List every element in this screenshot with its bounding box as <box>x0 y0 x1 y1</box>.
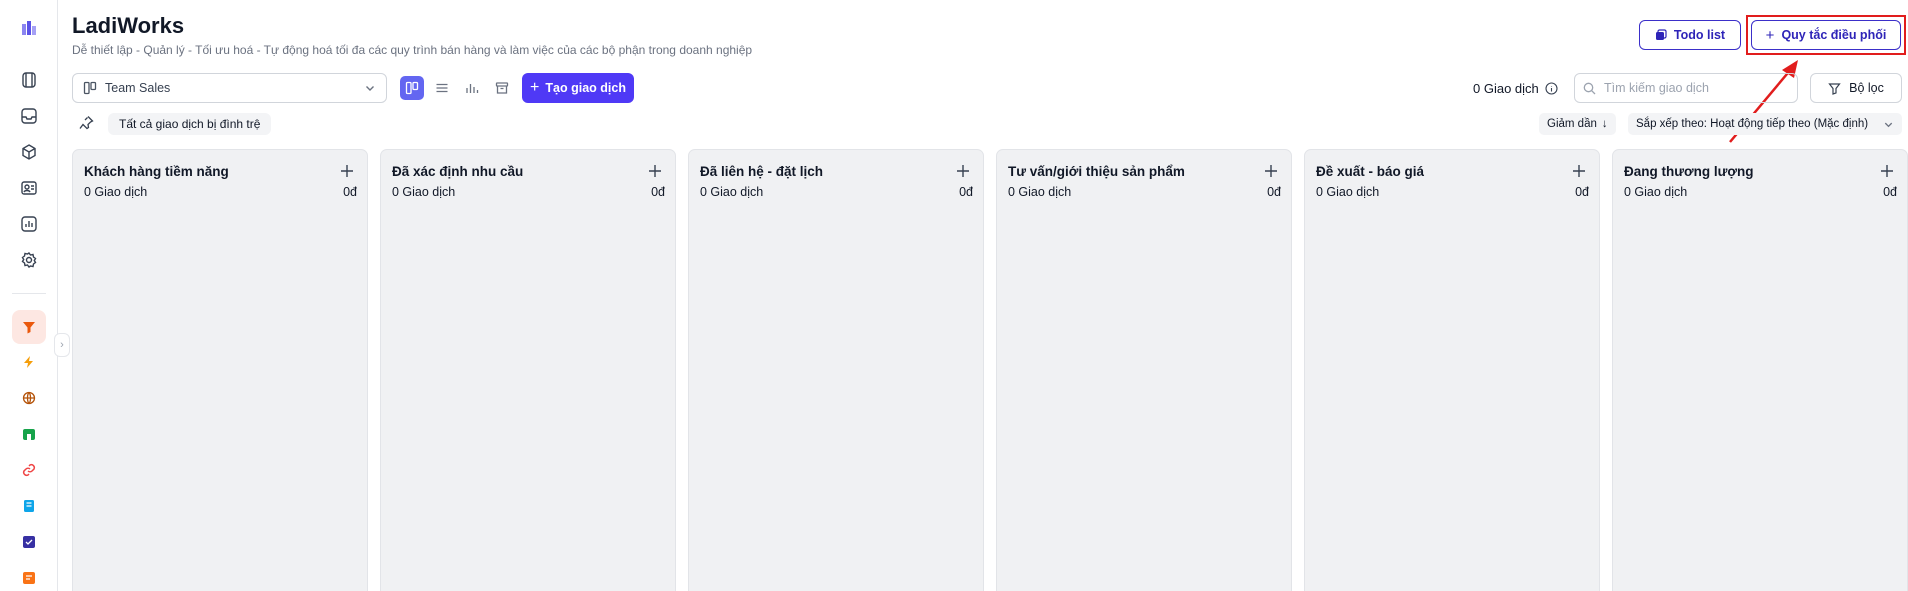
settings-icon[interactable] <box>17 248 41 272</box>
column-count: 0 Giao dịch <box>392 185 456 199</box>
kanban-column: Tư vấn/giới thiệu sản phẩm 0 Giao dịch 0… <box>996 149 1292 591</box>
lightning-icon[interactable] <box>17 350 41 374</box>
column-amount: 0đ <box>1267 185 1281 199</box>
kanban-column: Khách hàng tiềm năng 0 Giao dịch 0đ <box>72 149 368 591</box>
column-add-button[interactable] <box>646 162 664 180</box>
plus-icon <box>341 165 353 177</box>
page-subtitle: Dễ thiết lập - Quản lý - Tối ưu hoá - Tự… <box>72 43 753 57</box>
column-title: Tư vấn/giới thiệu sản phẩm <box>1008 164 1185 179</box>
store-icon[interactable] <box>17 422 41 446</box>
column-amount: 0đ <box>959 185 973 199</box>
sidebar-collapse-toggle[interactable]: › <box>54 333 70 357</box>
search-icon <box>1583 82 1596 94</box>
link-icon[interactable] <box>17 458 41 482</box>
column-title: Đang thương lượng <box>1624 164 1754 179</box>
kanban-view-toggle[interactable] <box>400 76 424 100</box>
team-select-value: Team Sales <box>105 81 171 95</box>
archive-view-toggle[interactable] <box>490 76 514 100</box>
app-root: › LadiWorks Dễ thiết lập - Quản lý - Tối… <box>0 0 1908 591</box>
kanban-column: Đang thương lượng 0 Giao dịch 0đ <box>1612 149 1908 591</box>
arrow-down-icon: ↓ <box>1601 118 1608 130</box>
form-icon[interactable] <box>17 530 41 554</box>
search-input[interactable] <box>1604 81 1784 95</box>
sidebar-divider <box>12 293 46 294</box>
filter-button[interactable]: Bộ lọc <box>1810 73 1902 103</box>
plus-icon <box>1265 165 1277 177</box>
chevron-down-icon <box>366 86 374 91</box>
bar-chart-icon <box>466 84 479 93</box>
column-amount: 0đ <box>1883 185 1897 199</box>
contacts-icon[interactable] <box>17 176 41 200</box>
stale-deals-chip[interactable]: Tất cả giao dịch bị đình trệ <box>108 113 272 135</box>
funnel-icon[interactable] <box>12 310 46 344</box>
chart-view-toggle[interactable] <box>460 76 484 100</box>
todo-icon <box>1655 29 1667 40</box>
box-icon[interactable] <box>17 140 41 164</box>
plus-icon <box>649 165 661 177</box>
plus-icon <box>957 165 969 177</box>
column-count: 0 Giao dịch <box>1008 185 1072 199</box>
report-icon[interactable] <box>17 212 41 236</box>
team-select[interactable]: Team Sales <box>72 73 387 103</box>
column-count: 0 Giao dịch <box>1624 185 1688 199</box>
todo-list-label: Todo list <box>1673 28 1726 42</box>
deal-count: 0 Giao dịch <box>1473 81 1558 96</box>
create-deal-button[interactable]: + Tạo giao dịch <box>522 73 634 103</box>
column-count: 0 Giao dịch <box>1316 185 1380 199</box>
plus-icon <box>1573 165 1585 177</box>
pin-icon[interactable] <box>79 115 94 130</box>
globe-icon[interactable] <box>17 386 41 410</box>
plus-icon <box>1881 165 1893 177</box>
page-title: LadiWorks <box>72 13 185 38</box>
info-icon[interactable] <box>1545 82 1558 95</box>
deal-count-value: 0 Giao dịch <box>1473 81 1539 96</box>
book-icon[interactable] <box>17 494 41 518</box>
column-amount: 0đ <box>651 185 665 199</box>
sort-direction-label: Giảm dần <box>1547 118 1597 130</box>
create-deal-label: Tạo giao dịch <box>545 81 626 95</box>
todo-list-button[interactable]: Todo list <box>1639 20 1741 50</box>
projects-icon[interactable] <box>17 68 41 92</box>
column-add-button[interactable] <box>954 162 972 180</box>
column-title: Khách hàng tiềm năng <box>84 164 229 179</box>
column-title: Đã liên hệ - đặt lịch <box>700 164 824 179</box>
column-add-button[interactable] <box>1570 162 1588 180</box>
kanban-column: Đã liên hệ - đặt lịch 0 Giao dịch 0đ <box>688 149 984 591</box>
column-amount: 0đ <box>1575 185 1589 199</box>
column-add-button[interactable] <box>338 162 356 180</box>
inbox-icon[interactable] <box>17 104 41 128</box>
column-amount: 0đ <box>343 185 357 199</box>
plus-icon: + <box>530 79 540 96</box>
pages-icon[interactable] <box>17 566 41 590</box>
column-add-button[interactable] <box>1878 162 1896 180</box>
column-add-button[interactable] <box>1262 162 1280 180</box>
column-title: Đã xác định nhu cầu <box>392 164 524 179</box>
sort-direction-button[interactable]: Giảm dần ↓ <box>1539 113 1616 135</box>
kanban-column: Đã xác định nhu cầu 0 Giao dịch 0đ <box>380 149 676 591</box>
list-icon <box>436 83 448 93</box>
column-count: 0 Giao dịch <box>84 185 148 199</box>
logo-icon[interactable] <box>17 16 41 40</box>
highlight-box <box>1746 15 1906 55</box>
column-count: 0 Giao dịch <box>700 185 764 199</box>
kanban-board-icon <box>83 81 97 95</box>
sidebar <box>0 0 58 591</box>
column-title: Đề xuất - báo giá <box>1316 164 1425 179</box>
filter-icon <box>1828 82 1841 95</box>
search-box[interactable] <box>1574 73 1798 103</box>
view-toggles <box>400 76 514 100</box>
kanban-icon <box>405 81 419 95</box>
chevron-down-icon <box>1884 122 1893 127</box>
filter-label: Bộ lọc <box>1849 81 1884 95</box>
archive-icon <box>495 82 509 94</box>
sort-by-label: Sắp xếp theo: Hoạt động tiếp theo (Mặc đ… <box>1636 118 1869 130</box>
sort-by-select[interactable]: Sắp xếp theo: Hoạt động tiếp theo (Mặc đ… <box>1628 113 1902 135</box>
list-view-toggle[interactable] <box>430 76 454 100</box>
kanban-column: Đề xuất - báo giá 0 Giao dịch 0đ <box>1304 149 1600 591</box>
